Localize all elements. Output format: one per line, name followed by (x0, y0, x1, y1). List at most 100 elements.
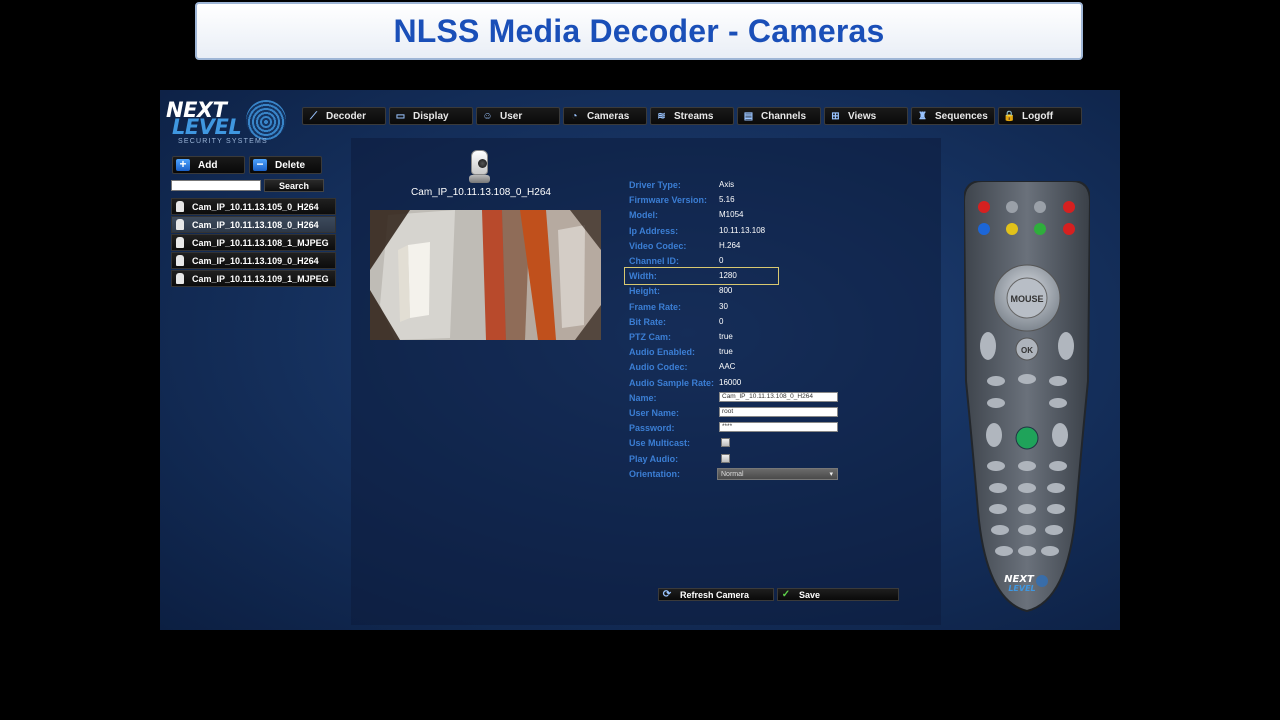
audio-enabled-row: Audio Enabled: true (629, 347, 889, 360)
audio-enabled-value: true (719, 347, 733, 357)
channel-id-row: Channel ID: 0 (629, 256, 889, 269)
refresh-camera-button[interactable]: ⟳ Refresh Camera (658, 588, 774, 601)
user-name-label: User Name: (629, 408, 680, 418)
camera-list-item[interactable]: Cam_IP_10.11.13.109_0_H264 (171, 252, 336, 269)
refresh-icon: ⟳ (662, 589, 672, 600)
camera-list-label: Cam_IP_10.11.13.109_0_H264 (192, 255, 319, 266)
banner-title: NLSS Media Decoder - Cameras (393, 12, 885, 49)
audio-sample-rate-row: Audio Sample Rate: 16000 (629, 378, 889, 391)
height-label: Height: (629, 286, 660, 297)
password-input[interactable]: **** (719, 422, 838, 433)
firmware-version-label: Firmware Version: (629, 195, 708, 206)
play-audio-row: Play Audio: (629, 453, 889, 467)
menu-label: User (500, 110, 523, 122)
height-value: 800 (719, 286, 733, 296)
menu-label: Display (413, 110, 449, 122)
menu-logoff-button[interactable]: 🔒 Logoff (998, 107, 1082, 125)
bit-rate-label: Bit Rate: (629, 316, 667, 327)
camera-title: Cam_IP_10.11.13.108_0_H264 (411, 187, 551, 198)
audio-sample-rate-label: Audio Sample Rate: (629, 377, 715, 388)
app-window: NEXT LEVEL SECURITY SYSTEMS ⟋ Decoder ▭ Dis… (160, 90, 1120, 630)
camera-list-item[interactable]: Cam_IP_10.11.13.108_1_MJPEG (171, 234, 336, 251)
add-button-label: Add (198, 159, 218, 171)
ip-address-value: 10.11.13.108 (719, 225, 766, 235)
display-icon: ▭ (395, 110, 406, 122)
remote-control[interactable]: MOUSE OK NEXT LEVEL (962, 180, 1092, 616)
model-row: Model: M1054 (629, 210, 889, 223)
user-name-input[interactable]: root (719, 407, 838, 417)
firmware-version-row: Firmware Version: 5.16 (629, 195, 889, 208)
add-button[interactable]: + Add (172, 156, 245, 174)
camera-list-label: Cam_IP_10.11.13.105_0_H264 (192, 201, 319, 212)
orientation-select-value: Normal (721, 470, 744, 478)
menu-user-button[interactable]: ☺ User (476, 107, 560, 125)
user-name-row: User Name: root (629, 407, 889, 421)
ptz-cam-row: PTZ Cam: true (629, 332, 889, 345)
bit-rate-row: Bit Rate: 0 (629, 317, 889, 330)
logo-tagline: SECURITY SYSTEMS (178, 138, 268, 145)
menu-label: Logoff (1022, 110, 1054, 122)
title-banner: NLSS Media Decoder - Cameras (195, 2, 1083, 60)
delete-button-label: Delete (275, 159, 306, 171)
camera-detail-panel: Cam_IP_10.11.13.108_0_H264 Driver Type: … (351, 138, 941, 625)
ip-address-label: Ip Address: (629, 225, 679, 236)
save-button[interactable]: ✓ Save (777, 588, 899, 601)
frame-rate-label: Frame Rate: (629, 301, 682, 312)
delete-button[interactable]: − Delete (249, 156, 322, 174)
main-menu: ⟋ Decoder ▭ Display ☺ User ◔ Cameras ≋ Streams ▤ Ch… (302, 107, 1082, 125)
menu-decoder-button[interactable]: ⟋ Decoder (302, 107, 386, 125)
camera-list: Cam_IP_10.11.13.105_0_H264 Cam_IP_10.11.1… (171, 198, 336, 288)
name-label: Name: (629, 392, 657, 403)
camera-list-item[interactable]: Cam_IP_10.11.13.109_1_MJPEG (171, 270, 336, 287)
video-codec-row: Video Codec: H.264 (629, 241, 889, 254)
menu-cameras-button[interactable]: ◔ Cameras (563, 107, 647, 125)
menu-label: Decoder (326, 110, 367, 122)
use-multicast-checkbox[interactable] (721, 438, 730, 448)
menu-sequences-button[interactable]: ♜ Sequences (911, 107, 995, 125)
menu-label: Cameras (587, 110, 630, 122)
menu-views-button[interactable]: ⊞ Views (824, 107, 908, 125)
camera-icon (176, 273, 184, 284)
menu-channels-button[interactable]: ▤ Channels (737, 107, 821, 125)
name-row: Name: Cam_IP_10.11.13.108_0_H264 (629, 391, 889, 406)
orientation-select[interactable]: Normal ▾ (717, 467, 838, 480)
camera-list-label: Cam_IP_10.11.13.108_0_H264 (192, 219, 319, 230)
audio-enabled-label: Audio Enabled: (629, 347, 695, 358)
camera-icon (176, 237, 184, 248)
camera-icon (176, 255, 184, 266)
menu-streams-button[interactable]: ≋ Streams (650, 107, 734, 125)
camera-list-label: Cam_IP_10.11.13.108_1_MJPEG (192, 237, 329, 248)
camera-video-preview[interactable] (370, 210, 601, 340)
menu-label: Channels (761, 110, 807, 122)
name-input[interactable]: Cam_IP_10.11.13.108_0_H264 (719, 391, 838, 402)
lock-icon: 🔒 (1003, 110, 1016, 122)
audio-codec-value: AAC (719, 362, 736, 372)
decoder-icon: ⟋ (310, 110, 317, 122)
search-input[interactable] (171, 180, 261, 191)
height-row: Height: 800 (629, 286, 889, 299)
views-icon: ⊞ (831, 110, 840, 122)
password-label: Password: (629, 423, 675, 434)
search-button[interactable]: Search (264, 179, 324, 192)
svg-text:MOUSE: MOUSE (1010, 294, 1043, 304)
audio-codec-row: Audio Codec: AAC (629, 362, 889, 375)
refresh-camera-label: Refresh Camera (680, 589, 750, 600)
width-value: 1280 (719, 271, 737, 281)
frame-rate-row: Frame Rate: 30 (629, 302, 889, 315)
ptz-cam-value: true (719, 332, 733, 341)
use-multicast-label: Use Multicast: (629, 438, 691, 449)
checkmark-icon: ✓ (781, 589, 791, 600)
play-audio-checkbox[interactable] (721, 453, 730, 463)
menu-label: Views (848, 110, 877, 122)
screen: NLSS Media Decoder - Cameras NEXT LEVEL … (0, 0, 1280, 720)
camera-list-item[interactable]: Cam_IP_10.11.13.108_0_H264 (171, 216, 336, 233)
frame-rate-value: 30 (719, 301, 728, 311)
width-label: Width: (629, 271, 657, 282)
plus-icon: + (176, 158, 190, 171)
camera-icon (176, 201, 184, 212)
menu-display-button[interactable]: ▭ Display (389, 107, 473, 125)
user-icon: ☺ (482, 110, 493, 122)
video-codec-label: Video Codec: (629, 240, 687, 251)
chevron-down-icon: ▾ (829, 470, 833, 478)
camera-list-item[interactable]: Cam_IP_10.11.13.105_0_H264 (171, 198, 336, 215)
